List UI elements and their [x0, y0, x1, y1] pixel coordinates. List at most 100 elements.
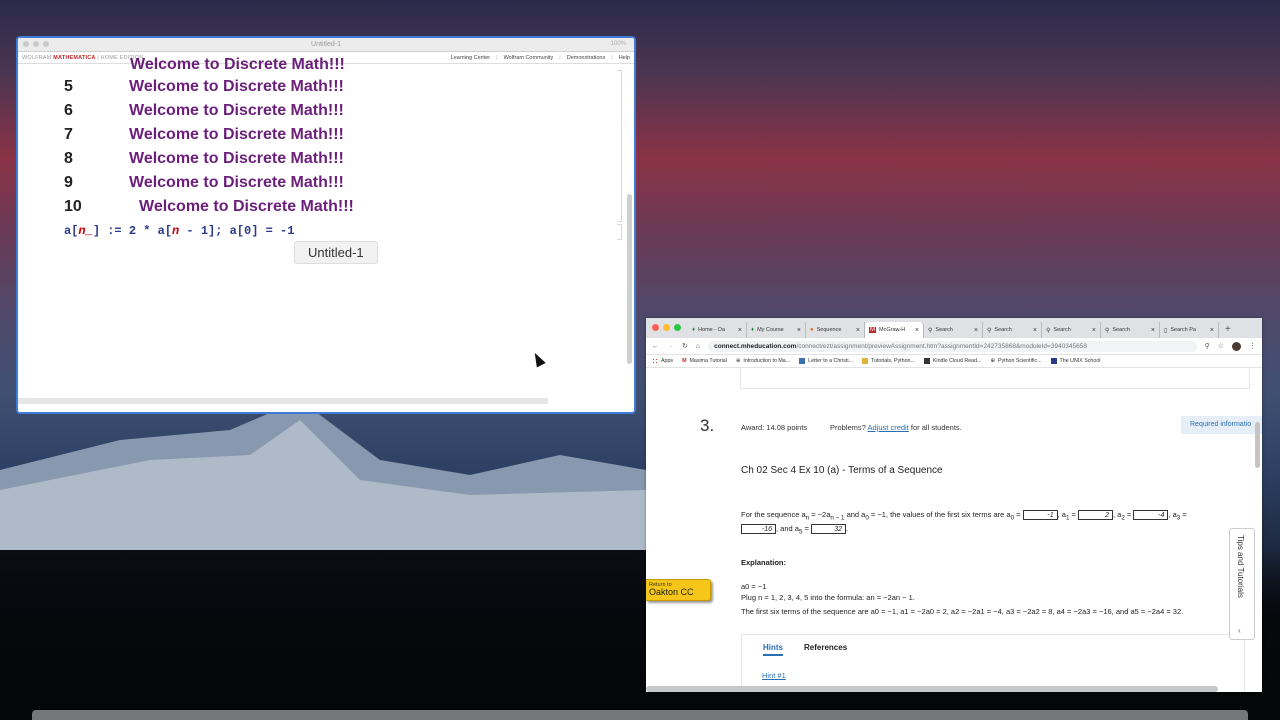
text: 2 [1121, 514, 1125, 522]
page-scrollbar[interactable] [1255, 422, 1260, 468]
explanation-line: Plug n = 1, 2, 3, 4, 5 into the formula:… [741, 593, 915, 602]
cell-bracket[interactable] [617, 224, 622, 240]
cell-bracket[interactable] [617, 70, 622, 222]
menu-wolfram-community[interactable]: Wolfram Community [504, 55, 554, 61]
horizontal-scrollbar[interactable] [646, 686, 1218, 692]
bookmark-item[interactable]: M Maxima Tutorial [682, 358, 727, 364]
vertical-scrollbar[interactable] [627, 194, 632, 364]
menu-demonstrations[interactable]: Demonstrations [567, 55, 606, 61]
close-button[interactable] [23, 41, 29, 47]
address-bar-row: ← → ↻ ⌂ connect.mheducation.com/connect/… [646, 338, 1262, 355]
text: 3 [1176, 514, 1181, 522]
url-host: connect.mheducation.com [714, 342, 797, 350]
forward-icon[interactable]: → [667, 343, 674, 350]
close-icon[interactable]: × [856, 327, 860, 334]
close-icon[interactable]: × [1033, 327, 1037, 334]
answer-a5[interactable]: 32 [810, 524, 846, 535]
minimize-button[interactable] [33, 41, 39, 47]
bookmark-label: Maxima Tutorial [689, 358, 727, 364]
close-icon[interactable]: × [1151, 327, 1155, 334]
more-icon[interactable]: ⋮ [1249, 342, 1256, 350]
python-icon [861, 358, 868, 364]
hint-1-link[interactable]: Hint #1 [762, 671, 786, 680]
bookmark-item[interactable]: Letter to a Christi... [799, 358, 853, 364]
minimize-button[interactable] [663, 324, 670, 331]
tab-label: Sequence [816, 327, 842, 333]
page-content: 3. Award: 14.08 points Problems? Adjust … [646, 368, 1262, 692]
text: and a [844, 510, 866, 519]
url-field[interactable]: connect.mheducation.com/connect/ezt/assi… [708, 340, 1197, 352]
globe-icon: ⊕ [735, 358, 741, 364]
window-controls[interactable] [652, 324, 681, 331]
bookmark-item[interactable]: ⊕ Python Scientific... [990, 358, 1041, 364]
tab-home[interactable]: ♦ Home - Oa × [688, 322, 747, 338]
answer-a1[interactable]: 2 [1078, 510, 1113, 521]
explanation-line: a0 = −1 [741, 582, 767, 591]
close-icon[interactable]: × [797, 327, 801, 334]
problems-prefix: Problems? [830, 423, 866, 432]
return-to-oakton-button[interactable]: Return to Oakton CC [646, 579, 711, 601]
answer-a4[interactable]: -16 [741, 524, 776, 535]
close-icon[interactable]: × [738, 327, 742, 334]
tab-search[interactable]: ⚲ Search × [1042, 322, 1101, 338]
tab-search[interactable]: ⚲ Search × [1101, 322, 1160, 338]
zoom-level[interactable]: 100% [611, 38, 626, 51]
tab-label: My Course [757, 327, 784, 333]
answer-a2[interactable]: -4 [1133, 510, 1169, 521]
close-button[interactable] [652, 324, 659, 331]
avatar[interactable] [1232, 341, 1241, 351]
close-icon[interactable]: × [974, 327, 978, 334]
star-icon[interactable]: ☆ [1218, 342, 1224, 350]
tab-sequence[interactable]: ● Sequence × [806, 322, 865, 338]
browser-window[interactable]: ♦ Home - Oa × ♦ My Course × ● Sequence × M McGr… [646, 318, 1262, 692]
horizontal-scrollbar[interactable] [18, 398, 548, 404]
close-icon[interactable]: × [915, 327, 919, 334]
tab-search[interactable]: ⚲ Search × [983, 322, 1042, 338]
output-text: Welcome to Discrete Math!!! [130, 56, 345, 73]
wolfram-logo: WOLFRAM MATHEMATICA | HOME EDITION [22, 55, 143, 61]
tab-strip: ♦ Home - Oa × ♦ My Course × ● Sequence × M McGr… [646, 318, 1262, 338]
menu-learning-center[interactable]: Learning Center [451, 55, 490, 61]
tab-mcgraw-hill[interactable]: M McGraw-H × [865, 322, 924, 338]
input-cell[interactable]: a[n_] := 2 * a[n - 1]; a[0] = -1 [64, 224, 294, 238]
hints-panel: Hints References [741, 634, 1245, 692]
zoom-button[interactable] [43, 41, 49, 47]
bookmark-apps[interactable]: Apps [652, 358, 673, 364]
mathematica-titlebar[interactable]: Untitled-1 100% [18, 38, 634, 52]
reload-icon[interactable]: ↻ [682, 342, 688, 350]
required-information-button[interactable]: Required informatio [1181, 416, 1262, 434]
window-controls[interactable] [23, 41, 49, 47]
bookmark-item[interactable]: Kindle Cloud Read... [923, 358, 981, 364]
output-text: Welcome to Discrete Math!!! [129, 150, 344, 167]
tab-hints[interactable]: Hints [763, 643, 783, 656]
close-icon[interactable]: × [1092, 327, 1096, 334]
tips-label: Tips and Tutorials [1236, 535, 1245, 598]
zoom-icon[interactable]: ⚲ [1205, 342, 1210, 350]
close-icon[interactable]: × [1210, 327, 1214, 334]
dock[interactable] [32, 710, 1248, 720]
text: n − 1 [830, 514, 845, 522]
home-icon[interactable]: ⌂ [696, 343, 700, 350]
bookmark-item[interactable]: Tutorials, Python... [861, 358, 915, 364]
row-number: 8 [64, 150, 73, 167]
tab-search-page[interactable]: ▯ Search Pa × [1160, 322, 1219, 338]
bookmark-item[interactable]: ⊕ Introduction to Ma... [736, 358, 790, 364]
back-icon[interactable]: ← [652, 343, 659, 350]
answer-a0[interactable]: -1 [1022, 510, 1058, 521]
explanation-line: The first six terms of the sequence are … [741, 607, 1184, 616]
d-icon: ● [810, 327, 814, 333]
output-text: Welcome to Discrete Math!!! [139, 198, 354, 215]
tab-references[interactable]: References [804, 643, 847, 652]
new-tab-button[interactable]: + [1219, 322, 1237, 338]
zoom-button[interactable] [674, 324, 681, 331]
bookmark-label: Apps [661, 358, 674, 364]
adjust-credit-link[interactable]: Adjust credit [868, 423, 909, 432]
menu-help[interactable]: Help [619, 55, 630, 61]
notebook[interactable]: Welcome to Discrete Math!!! 5 Welcome to … [18, 56, 634, 404]
tab-label: Search [1053, 327, 1071, 333]
tips-and-tutorials-tab[interactable]: Tips and Tutorials ‹ [1229, 528, 1255, 640]
tab-my-course[interactable]: ♦ My Course × [747, 322, 806, 338]
bookmark-label: Tutorials, Python... [870, 358, 915, 364]
bookmark-item[interactable]: The UNIX School [1050, 358, 1100, 364]
tab-search[interactable]: ⚲ Search × [924, 322, 983, 338]
